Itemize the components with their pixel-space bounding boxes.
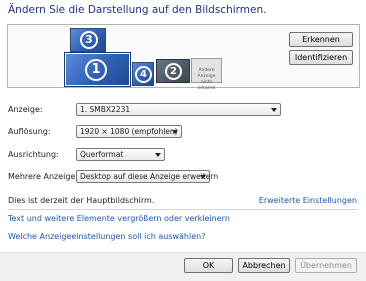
multiple-displays-select[interactable]: Desktop auf diese Anzeige erweitern [76,170,218,183]
orientation-label: Ausrichtung: [8,150,59,159]
monitor-1[interactable]: 1 [64,52,131,87]
main-display-status: Dies ist derzeit der Hauptbildschirm. [8,196,155,205]
chevron-down-icon [155,153,161,157]
cancel-button[interactable]: Abbrechen [238,258,290,273]
monitor-arrangement-preview: 3 1 4 2 Andere Anzeige nicht erkannt Erk… [7,24,360,91]
orientation-select[interactable]: Querformat [76,148,165,161]
apply-button[interactable]: Übernehmen [295,258,357,273]
multiple-displays-label: Mehrere Anzeigen: [8,172,84,181]
resolution-select[interactable]: 1920 × 1080 (empfohlen) [76,125,182,138]
undetected-display: Andere Anzeige nicht erkannt [191,58,222,91]
monitor-number-1: 1 [85,59,107,81]
monitor-number-3: 3 [80,31,98,49]
chevron-down-icon [172,130,178,134]
which-settings-link[interactable]: Welche Anzeigeeinstellungen soll ich aus… [8,232,205,241]
monitor-3[interactable]: 3 [70,28,106,52]
text-size-link[interactable]: Text und weitere Elemente vergrößern ode… [8,214,230,223]
identify-button[interactable]: Erkennen [289,32,353,47]
monitor-2[interactable]: 2 [156,59,190,83]
ok-button[interactable]: OK [184,258,233,273]
page-title: Ändern Sie die Darstellung auf den Bilds… [8,4,267,16]
advanced-settings-link[interactable]: Erweiterte Einstellungen [259,196,357,205]
resolution-label: Auflösung: [8,127,51,136]
chevron-down-icon [271,108,277,112]
chevron-down-icon [200,175,206,179]
undetected-display-label: Andere Anzeige nicht erkannt [197,68,216,91]
monitor-number-4: 4 [135,66,152,83]
divider [8,209,358,210]
orientation-select-value: Querformat [80,150,124,159]
detect-button[interactable]: Identifizieren [289,50,353,65]
monitor-number-2: 2 [165,63,182,80]
monitor-4[interactable]: 4 [132,62,154,86]
display-label: Anzeige: [8,105,43,114]
multiple-displays-select-value: Desktop auf diese Anzeige erweitern [80,172,219,181]
resolution-select-value: 1920 × 1080 (empfohlen) [80,127,178,136]
display-select[interactable]: 1. SMBX2231 [76,103,281,116]
display-select-value: 1. SMBX2231 [80,105,131,114]
